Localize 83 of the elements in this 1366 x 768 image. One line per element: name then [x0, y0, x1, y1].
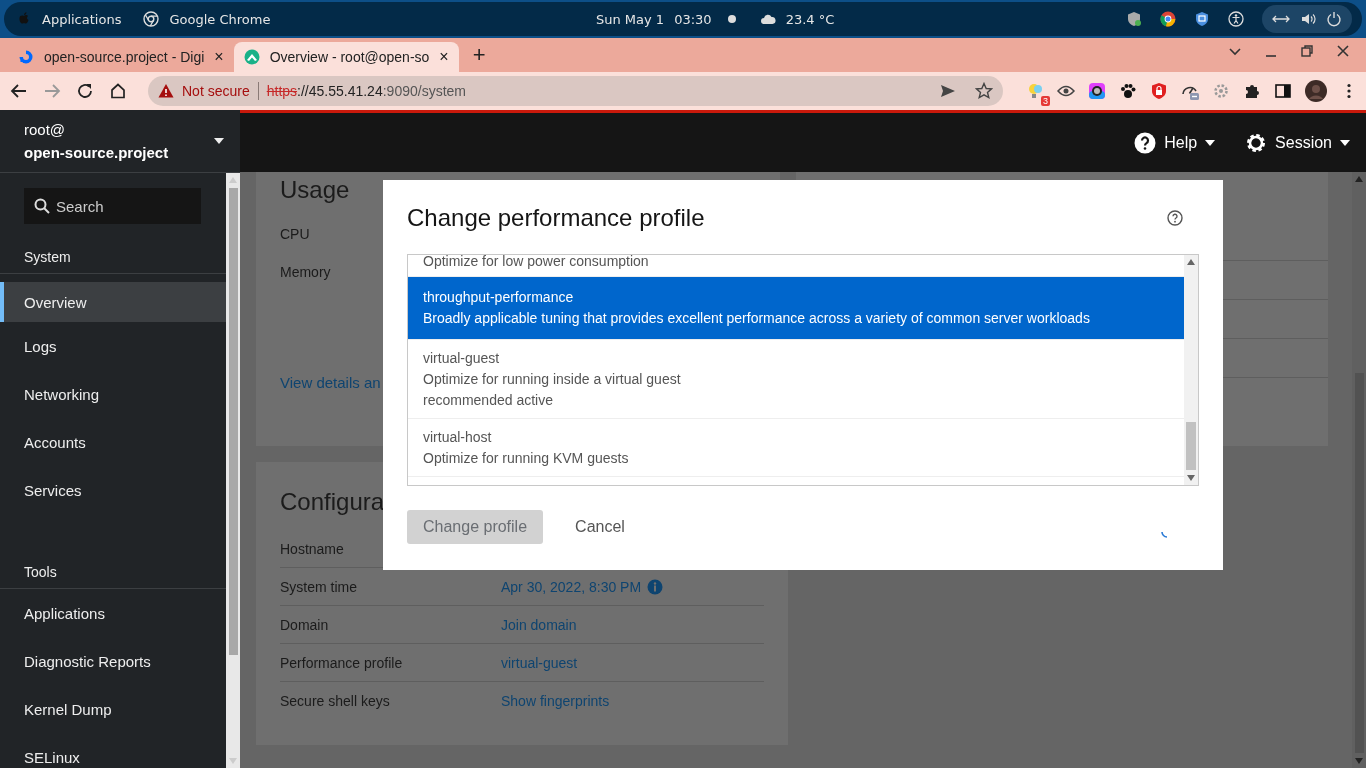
usage-label: CPU: [280, 226, 310, 244]
clock-time[interactable]: 03:30: [674, 11, 712, 27]
logo-icon: [243, 49, 260, 65]
profile-option[interactable]: virtual-host Optimize for running KVM guests: [408, 419, 1184, 477]
back-icon[interactable]: [10, 82, 28, 100]
tab-title: open-source.project - Digi: [44, 49, 205, 65]
nav-item[interactable]: Accounts: [0, 418, 226, 466]
scrollbar[interactable]: [226, 173, 240, 768]
session-menu[interactable]: Session: [1245, 131, 1350, 154]
clock-date[interactable]: Sun May 1: [596, 11, 665, 27]
reload-icon[interactable]: [76, 82, 94, 100]
close-icon[interactable]: [1336, 44, 1350, 58]
nav-item[interactable]: Kernel Dump: [0, 685, 226, 733]
new-tab-button[interactable]: +: [472, 42, 486, 68]
power-icon[interactable]: [1326, 11, 1342, 27]
nav-item[interactable]: Applications: [0, 589, 226, 637]
field-label: Performance profile: [280, 654, 404, 671]
browser-tab[interactable]: Overview - root@open-so ×: [233, 42, 459, 72]
dialog-title: Change performance profile: [407, 204, 705, 232]
field-label: Domain: [280, 616, 330, 633]
tab-title: Overview - root@open-so: [269, 49, 430, 65]
scroll-up-icon[interactable]: [1187, 258, 1195, 266]
caret-icon: [1340, 139, 1350, 146]
help-icon: [1134, 131, 1157, 154]
nav-item[interactable]: Networking: [0, 370, 226, 418]
warning-icon: [158, 83, 174, 99]
restore-icon[interactable]: [1300, 44, 1314, 58]
security-label: Not secure: [182, 83, 250, 99]
chrome-icon[interactable]: [1160, 11, 1176, 27]
field-label: System time: [280, 578, 358, 595]
card-title: Usage: [280, 176, 351, 204]
nav-item[interactable]: Overview: [0, 282, 226, 322]
scroll-down-icon[interactable]: [1187, 474, 1195, 482]
applications-menu[interactable]: Applications: [42, 11, 122, 27]
chrome-icon: [143, 11, 160, 27]
field-label: Secure shell keys: [280, 692, 391, 709]
side-panel-icon[interactable]: [1274, 82, 1292, 100]
close-tab-button[interactable]: ×: [439, 48, 449, 66]
home-icon[interactable]: [109, 82, 127, 100]
search-field[interactable]: Search: [24, 188, 201, 224]
profile-option[interactable]: throughput-performance Broadly applicable tuning that provides excellent performance across a variety of common server workloads: [408, 277, 1184, 340]
cloud-logo-icon: [18, 49, 34, 65]
profile-option[interactable]: virtual-guest Optimize for running inside a virtual guest recommended active: [408, 340, 1184, 419]
paw-icon[interactable]: [1119, 82, 1137, 100]
close-tab-button[interactable]: ×: [214, 48, 224, 66]
caret-icon: [1205, 139, 1216, 146]
shield-lock-icon[interactable]: [1150, 82, 1168, 100]
scroll-down-icon[interactable]: [1355, 757, 1363, 765]
spinner-icon: [1161, 531, 1169, 539]
active-app-name[interactable]: Google Chrome: [169, 11, 271, 27]
scroll-up-icon[interactable]: [1355, 175, 1363, 183]
notification-badge: 3: [1041, 96, 1050, 106]
nav-item[interactable]: Diagnostic Reports: [0, 637, 226, 685]
dot-icon: [727, 15, 736, 23]
help-icon[interactable]: [1167, 210, 1183, 226]
field-label: Hostname: [280, 540, 345, 557]
url-text: https://45.55.41.24:9090/system: [266, 83, 466, 99]
vpn-icon[interactable]: [1194, 11, 1210, 27]
lightbulb-icon[interactable]: [1026, 82, 1044, 100]
caret-icon: [214, 138, 224, 144]
card-title: Configura: [280, 488, 386, 516]
browser-tab[interactable]: open-source.project - Digi ×: [8, 42, 234, 72]
help-menu[interactable]: Help: [1134, 131, 1216, 154]
star-icon[interactable]: [975, 82, 993, 100]
weather-temperature[interactable]: 23.4 °C: [785, 11, 835, 27]
puzzle-icon[interactable]: [1243, 82, 1261, 100]
nav-item[interactable]: Services: [0, 466, 226, 514]
cancel-button[interactable]: Cancel: [559, 510, 641, 544]
avatar-icon[interactable]: [1305, 80, 1327, 102]
nav-item[interactable]: SELinux: [0, 733, 226, 768]
address-bar[interactable]: Not secure https://45.55.41.24:9090/system: [148, 76, 1003, 106]
scrollbar-thumb[interactable]: [1186, 422, 1196, 470]
search-icon: [34, 198, 50, 214]
scrollbar-thumb[interactable]: [228, 188, 238, 655]
accessibility-icon[interactable]: [1228, 11, 1244, 27]
volume-icon[interactable]: [1300, 11, 1316, 27]
nav-item[interactable]: Logs: [0, 322, 226, 370]
send-icon[interactable]: [939, 82, 957, 100]
scrollbar[interactable]: [1352, 172, 1366, 768]
shield-icon[interactable]: [1126, 11, 1142, 27]
gear-icon: [1245, 131, 1268, 154]
usage-label: Memory: [280, 264, 331, 282]
camera-lens-icon[interactable]: [1088, 82, 1106, 100]
